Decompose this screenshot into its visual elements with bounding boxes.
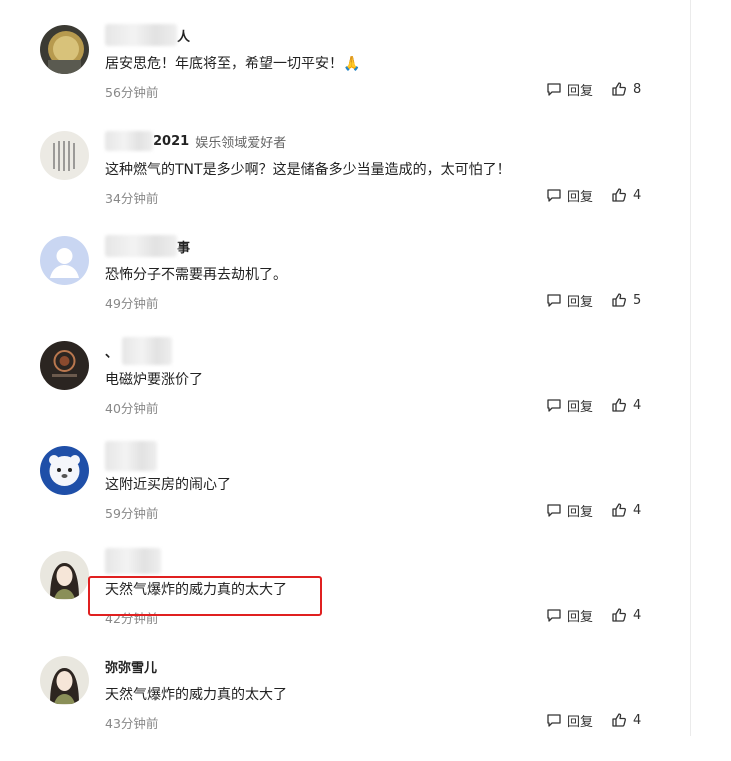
reply-label: 回复 xyxy=(567,294,594,310)
like-count: 4 xyxy=(633,502,642,518)
reply-label: 回复 xyxy=(567,399,594,415)
right-panel-divider xyxy=(690,0,691,736)
like-button[interactable]: 5 xyxy=(611,290,641,310)
like-button[interactable]: 4 xyxy=(611,185,641,205)
comment-item: 这附近买房的闹心了 59分钟前 回复 4 xyxy=(0,441,690,551)
girl-illustration-avatar-icon xyxy=(40,656,89,705)
avatar[interactable] xyxy=(40,446,89,495)
like-button[interactable]: 4 xyxy=(611,710,641,730)
default-user-avatar-icon xyxy=(40,236,89,285)
username[interactable]: 、 xyxy=(105,337,173,365)
red-highlight-box xyxy=(88,576,322,616)
like-count: 4 xyxy=(633,187,642,203)
blurred-username xyxy=(105,131,153,151)
user-badge: 娱乐领域爱好者 xyxy=(195,135,287,151)
avatar[interactable] xyxy=(40,656,89,705)
blurred-username xyxy=(105,24,177,46)
blurred-username xyxy=(122,337,173,365)
reply-label: 回复 xyxy=(567,609,594,625)
dark-emblem-avatar-icon xyxy=(40,341,89,390)
comment-text: 天然气爆炸的威力真的太大了 xyxy=(105,687,287,703)
blurred-username xyxy=(105,548,161,574)
comment-item: 2021 娱乐领域爱好者 这种燃气的TNT是多少啊？这是储备多少当量造成的，太可… xyxy=(0,131,690,236)
avatar[interactable] xyxy=(40,551,89,600)
avatar[interactable] xyxy=(40,236,89,285)
username[interactable]: 人 xyxy=(105,24,190,46)
comment-text: 电磁炉要涨价了 xyxy=(105,372,203,388)
reply-label: 回复 xyxy=(567,83,594,99)
cartoon-bear-avatar-icon xyxy=(40,446,89,495)
thumbs-up-icon xyxy=(612,608,626,622)
reply-button[interactable]: 回复 xyxy=(546,605,593,625)
blurred-username xyxy=(105,235,177,257)
comment-bubble-icon xyxy=(547,399,561,412)
comment-item: 、 电磁炉要涨价了 40分钟前 回复 4 xyxy=(0,337,690,446)
reply-button[interactable]: 回复 xyxy=(546,185,593,205)
comment-time: 40分钟前 xyxy=(105,401,159,416)
like-count: 8 xyxy=(633,81,642,97)
username[interactable]: 事 xyxy=(105,235,190,257)
blurred-username xyxy=(105,441,157,471)
comment-time: 34分钟前 xyxy=(105,191,159,206)
reply-button[interactable]: 回复 xyxy=(546,79,593,99)
like-button[interactable]: 8 xyxy=(611,79,641,99)
like-button[interactable]: 4 xyxy=(611,605,641,625)
comment-bubble-icon xyxy=(547,504,561,517)
comment-time: 49分钟前 xyxy=(105,296,159,311)
like-button[interactable]: 4 xyxy=(611,395,641,415)
comment-item: 人 居安思危！年底将至，希望一切平安！🙏 56分钟前 回复 8 xyxy=(0,24,690,130)
reply-button[interactable]: 回复 xyxy=(546,710,593,730)
comment-bubble-icon xyxy=(547,189,561,202)
comment-text: 居安思危！年底将至，希望一切平安！🙏 xyxy=(105,56,361,72)
reply-button[interactable]: 回复 xyxy=(546,500,593,520)
comment-item: 弥弥雪儿 天然气爆炸的威力真的太大了 43分钟前 回复 4 xyxy=(0,656,690,761)
girl-illustration-avatar-icon xyxy=(40,551,89,600)
like-count: 4 xyxy=(633,607,642,623)
like-count: 4 xyxy=(633,712,642,728)
like-count: 4 xyxy=(633,397,642,413)
comment-bubble-icon xyxy=(547,83,561,96)
comment-text: 这种燃气的TNT是多少啊？这是储备多少当量造成的，太可怕了！ xyxy=(105,162,511,178)
reply-label: 回复 xyxy=(567,504,594,520)
comment-text: 这附近买房的闹心了 xyxy=(105,477,231,493)
avatar[interactable] xyxy=(40,341,89,390)
like-button[interactable]: 4 xyxy=(611,500,641,520)
comment-time: 56分钟前 xyxy=(105,85,159,100)
username[interactable]: 弥弥雪儿 xyxy=(105,656,157,676)
avatar[interactable] xyxy=(40,131,89,180)
comment-bubble-icon xyxy=(547,294,561,307)
comment-time: 43分钟前 xyxy=(105,716,159,731)
comment-bubble-icon xyxy=(547,714,561,727)
username[interactable] xyxy=(105,441,157,471)
comment-text: 恐怖分子不需要再去劫机了。 xyxy=(105,267,287,283)
username[interactable] xyxy=(105,548,161,574)
thumbs-up-icon xyxy=(612,713,626,727)
comment-bubble-icon xyxy=(547,609,561,622)
like-count: 5 xyxy=(633,292,642,308)
thumbs-up-icon xyxy=(612,503,626,517)
reply-button[interactable]: 回复 xyxy=(546,395,593,415)
reply-label: 回复 xyxy=(567,189,594,205)
avatar[interactable] xyxy=(40,25,89,74)
comment-time: 59分钟前 xyxy=(105,506,159,521)
thumbs-up-icon xyxy=(612,188,626,202)
thumbs-up-icon xyxy=(612,293,626,307)
coin-avatar-icon xyxy=(40,25,89,74)
reply-label: 回复 xyxy=(567,714,594,730)
thumbs-up-icon xyxy=(612,82,626,96)
username[interactable]: 2021 娱乐领域爱好者 xyxy=(105,131,286,151)
reply-button[interactable]: 回复 xyxy=(546,290,593,310)
calligraphy-avatar-icon xyxy=(40,131,89,180)
comment-item: 事 恐怖分子不需要再去劫机了。 49分钟前 回复 5 xyxy=(0,235,690,341)
thumbs-up-icon xyxy=(612,398,626,412)
